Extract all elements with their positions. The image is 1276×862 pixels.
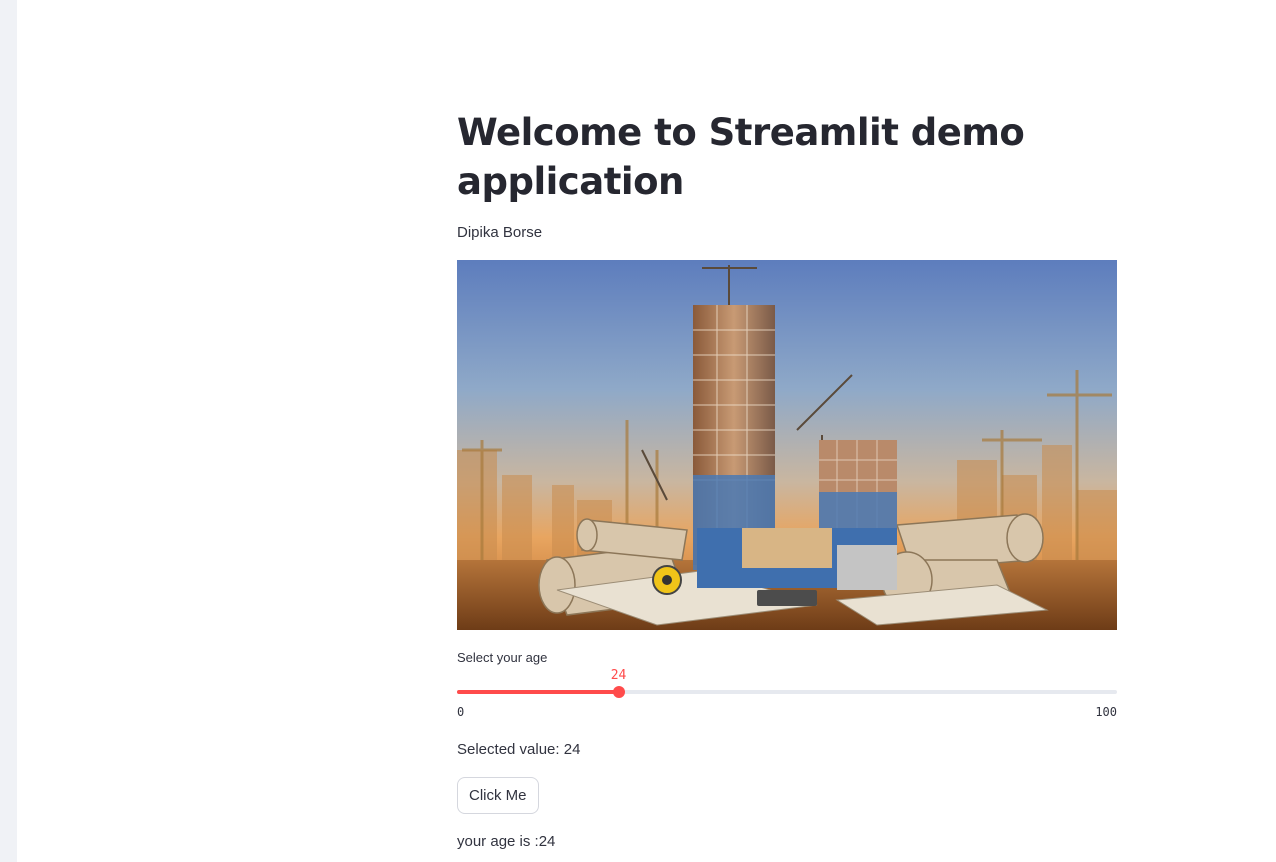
age-output-text: your age is :24 — [457, 833, 556, 850]
age-slider-current-value: 24 — [610, 668, 627, 683]
age-slider-label: Select your age — [457, 650, 548, 665]
sidebar-collapsed-rail — [0, 0, 17, 862]
hero-image-construction — [457, 260, 1117, 630]
author-text: Dipika Borse — [457, 224, 543, 241]
age-slider-min: 0 — [457, 705, 465, 719]
age-slider-thumb[interactable] — [612, 686, 625, 698]
page-title: Welcome to Streamlit demo application — [457, 111, 1025, 203]
age-slider-fill — [457, 690, 619, 694]
click-me-button[interactable]: Click Me — [457, 777, 539, 814]
age-slider[interactable] — [457, 686, 1117, 698]
selected-value-text: Selected value: 24 — [457, 741, 581, 758]
age-slider-max: 100 — [1095, 705, 1117, 719]
